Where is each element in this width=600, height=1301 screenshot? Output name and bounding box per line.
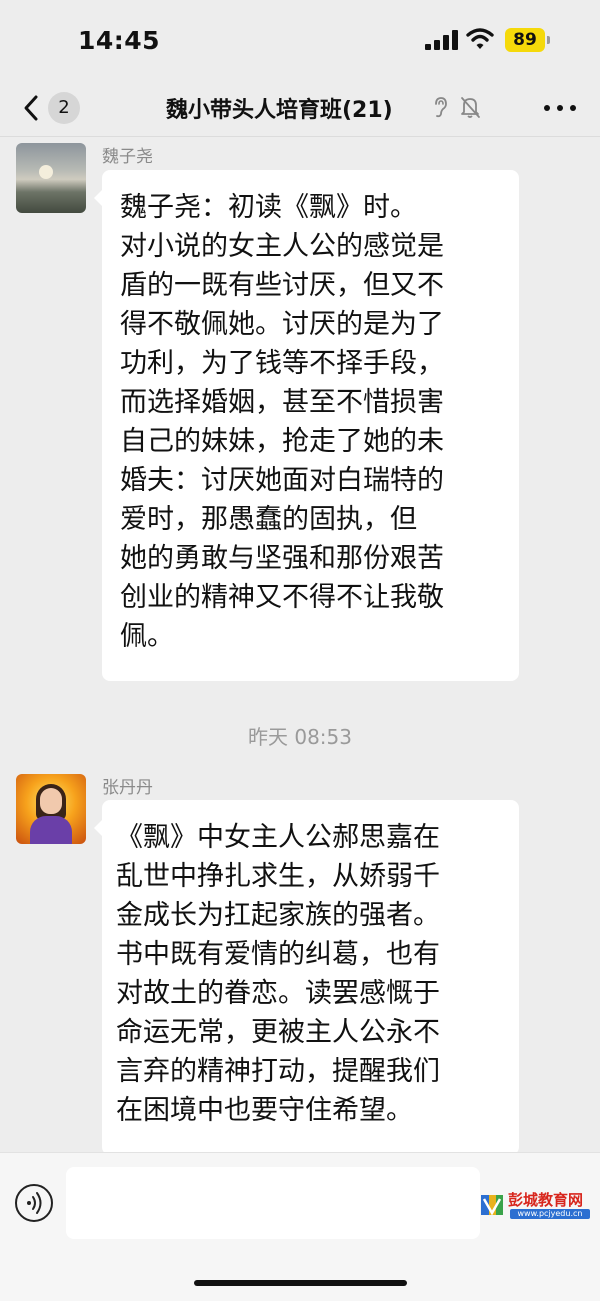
message-line: 爱时，那愚蠢的固执，但 (120, 504, 417, 535)
back-button[interactable]: 2 (16, 88, 84, 128)
wifi-icon (466, 28, 494, 49)
message-line: 而选择婚姻，甚至不惜损害 (120, 387, 444, 418)
chat-header: 2 魏小带头人培育班(21) (0, 80, 600, 137)
sender-name: 魏子尧 (102, 147, 153, 167)
avatar-sun (39, 165, 53, 179)
message-line: 乱世中挣扎求生，从娇弱千 (116, 861, 440, 892)
message-input[interactable] (66, 1167, 480, 1239)
avatar-body (30, 816, 72, 844)
message-line: 魏子尧：初读《飘》时。 (120, 192, 417, 223)
message-line: 言弃的精神打动，提醒我们 (116, 1056, 440, 1087)
message-line: 佩。 (120, 621, 174, 652)
watermark-logo-icon (481, 1195, 503, 1216)
message-bubble[interactable]: 魏子尧：初读《飘》时。 对小说的女主人公的感觉是 盾的一既有些讨厌，但又不 得不… (94, 170, 519, 681)
message-line: 金成长为扛起家族的强者。 (116, 900, 440, 931)
message-line: 她的勇敢与坚强和那份艰苦 (120, 543, 444, 574)
home-indicator[interactable] (194, 1280, 407, 1286)
message-line: 命运无常，更被主人公永不 (116, 1017, 440, 1048)
message-line: 《飘》中女主人公郝思嘉在 (116, 822, 440, 853)
unread-count-badge: 2 (48, 92, 80, 124)
voice-icon[interactable] (15, 1184, 53, 1222)
signal-icon (425, 30, 459, 50)
battery-indicator: 89 (505, 28, 545, 52)
message-line: 得不敬佩她。讨厌的是为了 (120, 309, 444, 340)
watermark: 彭城教育网 www.pcjyedu.cn (480, 1191, 592, 1221)
message-line: 功利，为了钱等不择手段， (120, 348, 444, 379)
status-time: 14:45 (78, 26, 161, 55)
message-line: 对故土的眷恋。读罢感慨于 (116, 978, 440, 1009)
status-bar: 14:45 89 (0, 0, 600, 80)
avatar-face (40, 788, 62, 814)
more-dots-icon[interactable] (540, 96, 580, 120)
message-line: 在困境中也要守住希望。 (116, 1095, 413, 1126)
message-line: 对小说的女主人公的感觉是 (120, 231, 444, 262)
message-line: 书中既有爱情的纠葛，也有 (116, 939, 440, 970)
voice-wave-icon (27, 1192, 42, 1214)
ear-icon (435, 97, 447, 118)
message-line: 婚夫：讨厌她面对白瑞特的 (120, 465, 444, 496)
message-timestamp: 昨天 08:53 (248, 725, 352, 749)
message-line: 自己的妹妹，抢走了她的未 (120, 426, 444, 457)
chat-title[interactable]: 魏小带头人培育班(21) (166, 92, 393, 124)
battery-tip (547, 36, 550, 44)
watermark-url: www.pcjyedu.cn (510, 1209, 590, 1219)
chevron-left-icon (24, 95, 38, 121)
message-line: 创业的精神又不得不让我敬 (120, 582, 444, 613)
message-line: 盾的一既有些讨厌，但又不 (120, 270, 444, 301)
watermark-title: 彭城教育网 (508, 1191, 584, 1209)
avatar[interactable] (16, 143, 86, 213)
sender-name: 张丹丹 (102, 778, 153, 798)
message-bubble[interactable]: 《飘》中女主人公郝思嘉在 乱世中挣扎求生，从娇弱千 金成长为扛起家族的强者。 书… (94, 800, 519, 1155)
bell-slash-icon (461, 97, 480, 118)
input-bar: 彭城教育网 www.pcjyedu.cn (0, 1152, 600, 1301)
avatar[interactable] (16, 774, 86, 844)
